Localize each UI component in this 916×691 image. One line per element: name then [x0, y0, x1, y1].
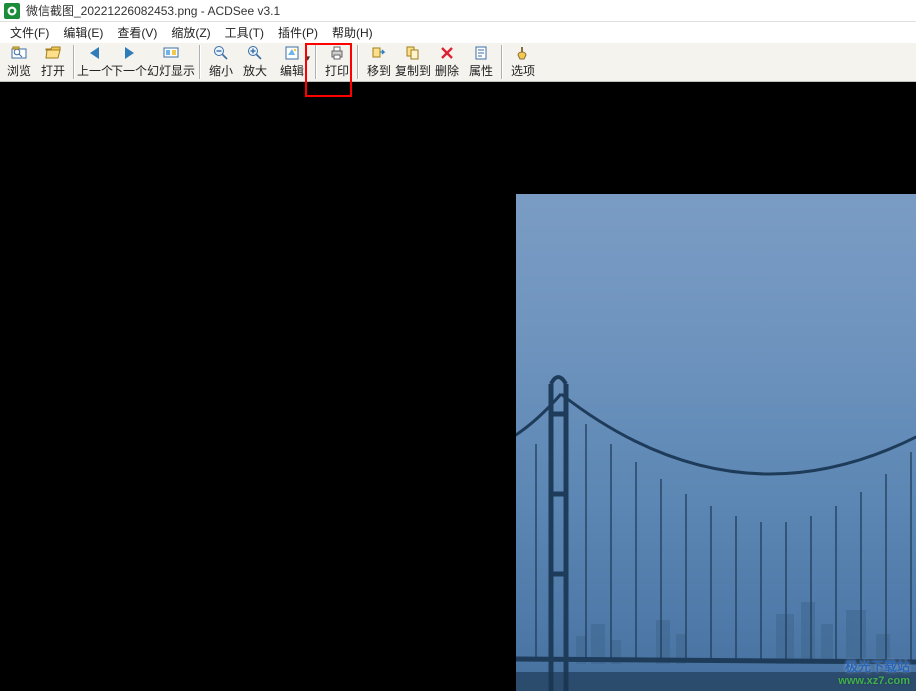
- image-viewport[interactable]: 极光下载站 www.xz7.com: [0, 82, 916, 691]
- menu-plugins[interactable]: 插件(P): [272, 23, 324, 42]
- prev-icon: [87, 45, 103, 61]
- delete-button[interactable]: 删除: [430, 43, 464, 81]
- toolbar-label: 幻灯显示: [147, 62, 195, 79]
- toolbar-separator: [199, 45, 201, 79]
- toolbar-label: 放大: [243, 62, 267, 79]
- menu-view[interactable]: 查看(V): [111, 23, 163, 42]
- menu-help[interactable]: 帮助(H): [326, 23, 379, 42]
- zoomin-icon: [247, 45, 263, 61]
- toolbar-label: 打开: [41, 62, 65, 79]
- menu-file[interactable]: 文件(F): [4, 23, 55, 42]
- toolbar-label: 缩小: [209, 62, 233, 79]
- next-icon: [121, 45, 137, 61]
- moveto-button[interactable]: 移到: [362, 43, 396, 81]
- zoomin-button[interactable]: 放大: [238, 43, 272, 81]
- window-title: 微信截图_20221226082453.png - ACDSee v3.1: [26, 2, 280, 19]
- copyto-button[interactable]: 复制到: [396, 43, 430, 81]
- toolbar-separator: [357, 45, 359, 79]
- toolbar-label: 移到: [367, 62, 391, 79]
- open-button[interactable]: 打开: [36, 43, 70, 81]
- slideshow-icon: [163, 45, 179, 61]
- toolbar: 浏览 打开 上一个 下一个 幻灯显示 缩小 放大 ▾ 编辑 打印 移到: [0, 42, 916, 82]
- toolbar-label: 属性: [469, 62, 493, 79]
- toolbar-separator: [315, 45, 317, 79]
- edit-icon: [284, 45, 300, 61]
- copyto-icon: [405, 45, 421, 61]
- menu-edit[interactable]: 编辑(E): [57, 23, 109, 42]
- open-icon: [45, 45, 61, 61]
- toolbar-label: 浏览: [7, 62, 31, 79]
- print-icon: [329, 45, 345, 61]
- toolbar-label: 编辑: [280, 62, 304, 79]
- watermark-line1: 极光下载站: [838, 659, 910, 675]
- edit-button[interactable]: ▾ 编辑: [272, 43, 312, 81]
- toolbar-separator: [73, 45, 75, 79]
- zoomout-icon: [213, 45, 229, 61]
- chevron-down-icon: ▾: [305, 53, 310, 64]
- zoomout-button[interactable]: 缩小: [204, 43, 238, 81]
- prev-button[interactable]: 上一个: [78, 43, 112, 81]
- properties-icon: [473, 45, 489, 61]
- slideshow-button[interactable]: 幻灯显示: [146, 43, 196, 81]
- browse-icon: [11, 45, 27, 61]
- moveto-icon: [371, 45, 387, 61]
- toolbar-label: 选项: [511, 62, 535, 79]
- browse-button[interactable]: 浏览: [2, 43, 36, 81]
- watermark-line2: www.xz7.com: [838, 675, 910, 688]
- options-icon: [515, 45, 531, 61]
- properties-button[interactable]: 属性: [464, 43, 498, 81]
- titlebar: 微信截图_20221226082453.png - ACDSee v3.1: [0, 0, 916, 22]
- toolbar-label: 复制到: [395, 62, 431, 79]
- menu-zoom[interactable]: 缩放(Z): [165, 23, 216, 42]
- next-button[interactable]: 下一个: [112, 43, 146, 81]
- displayed-image: 极光下载站 www.xz7.com: [516, 194, 916, 691]
- print-button[interactable]: 打印: [320, 43, 354, 81]
- app-icon: [4, 3, 20, 19]
- watermark: 极光下载站 www.xz7.com: [838, 659, 910, 688]
- toolbar-separator: [501, 45, 503, 79]
- toolbar-label: 删除: [435, 62, 459, 79]
- menu-tools[interactable]: 工具(T): [219, 23, 270, 42]
- toolbar-label: 下一个: [111, 62, 147, 79]
- delete-icon: [439, 45, 455, 61]
- toolbar-label: 上一个: [77, 62, 113, 79]
- menubar: 文件(F) 编辑(E) 查看(V) 缩放(Z) 工具(T) 插件(P) 帮助(H…: [0, 22, 916, 42]
- options-button[interactable]: 选项: [506, 43, 540, 81]
- toolbar-label: 打印: [325, 62, 349, 79]
